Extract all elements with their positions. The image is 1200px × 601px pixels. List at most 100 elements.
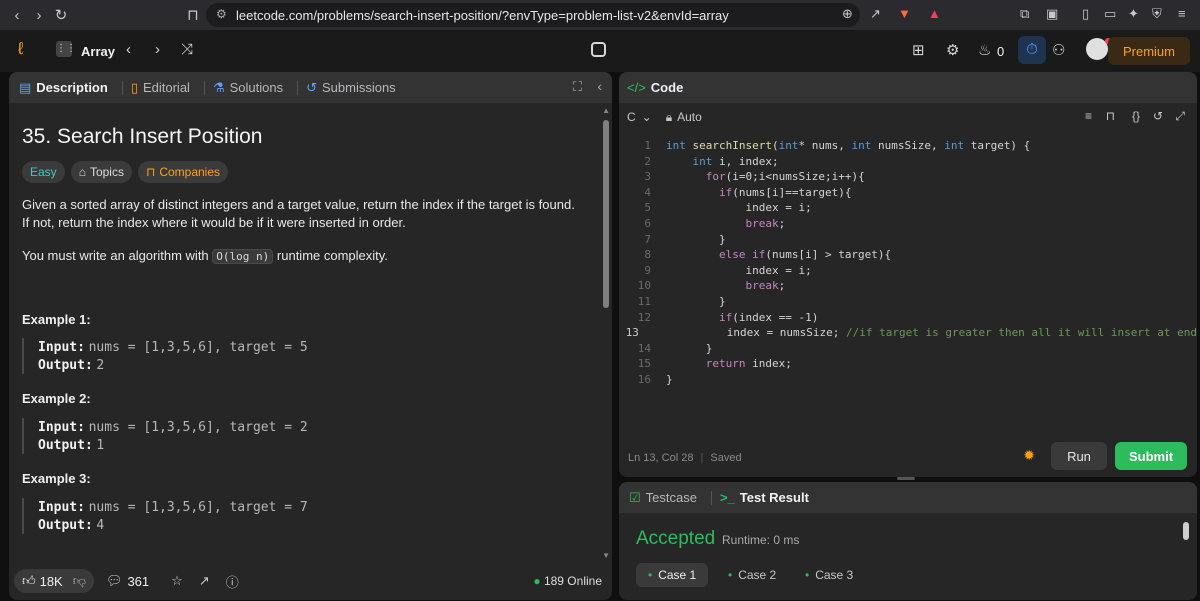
case-1-button[interactable]: • Case 1 [636, 563, 709, 587]
panel-resize-handle[interactable] [897, 477, 915, 480]
history-icon: ↺ [306, 79, 317, 95]
maximize-icon[interactable]: ⛶ [573, 79, 582, 95]
thumbs-up-icon[interactable]: 👍︎ [22, 573, 36, 589]
wallet-icon[interactable]: ▣ [1046, 6, 1058, 22]
share-icon[interactable]: ↗ [199, 573, 210, 589]
result-tab-bar: ☑ Testcase >_ Test Result [619, 482, 1197, 513]
fire-icon[interactable]: ♨ [978, 41, 991, 59]
vpn-icon[interactable]: ⛨ [1152, 6, 1162, 22]
tab-test-result[interactable]: >_ Test Result [720, 490, 809, 505]
code-line: 13 index = numsSize; //if target is grea… [625, 326, 1197, 340]
code-line: 3 for(i=0;i<numsSize;i++){ [644, 170, 865, 184]
debug-bug-icon[interactable]: ✹ [1023, 447, 1035, 464]
extensions-icon[interactable]: ⧉ [1020, 6, 1029, 22]
bookmark-icon[interactable]: ⊓ [182, 6, 204, 24]
chevron-down-icon[interactable]: ⌄ [642, 110, 652, 124]
tab-description[interactable]: ▤ Description [19, 80, 108, 96]
thumbs-down-icon[interactable]: 👎︎ [73, 573, 86, 589]
scroll-down-icon[interactable]: ▼ [602, 551, 610, 560]
comment-icon[interactable]: 💬︎ [106, 573, 123, 589]
pass-dot-icon: • [728, 568, 733, 582]
leo-ai-icon[interactable]: ✦ [1128, 6, 1139, 22]
add-user-icon[interactable]: ⚇ [1052, 41, 1065, 59]
code-line: 7 } [644, 232, 726, 246]
output-value: 1 [96, 438, 105, 453]
premium-button[interactable]: Premium [1108, 37, 1190, 65]
example-block: Input: nums = [1,3,5,6], target = 2 Outp… [22, 418, 308, 454]
brave-shield-icon[interactable]: ▼ [898, 6, 911, 21]
tab-editorial[interactable]: ▯ Editorial [131, 80, 190, 96]
tab-search-icon[interactable]: ▭ [1104, 6, 1116, 22]
editor-toolbar: C ⌄ 🔒︎ Auto ≡ ⊓ {} ↺ ⤢ [619, 103, 1197, 131]
help-icon[interactable]: ⓘ [226, 572, 239, 591]
result-scrollbar[interactable] [1183, 522, 1189, 540]
output-value: 4 [96, 518, 105, 533]
submit-button[interactable]: Submit [1115, 442, 1187, 470]
layout-icon[interactable]: ⊞ [912, 41, 925, 59]
forward-icon[interactable]: › [28, 7, 50, 24]
share-icon[interactable]: ↗ [870, 6, 881, 22]
run-button[interactable]: Run [1051, 442, 1107, 470]
site-info-icon[interactable]: ⚙ [216, 7, 227, 21]
zoom-icon[interactable]: ⊕ [842, 6, 853, 22]
tag-icon: ⌂ [78, 165, 86, 179]
back-icon[interactable]: ‹ [6, 7, 28, 24]
terminal-icon: >_ [719, 490, 735, 505]
star-icon[interactable]: ☆ [171, 573, 183, 589]
tab-testcase[interactable]: ☑ Testcase [629, 490, 697, 506]
code-line: 9 index = i; [644, 263, 812, 277]
next-problem-icon[interactable]: › [155, 41, 160, 58]
description-footer: 👍︎ 18K 👎︎ 💬︎ 361 ☆ ↗ ⓘ ● 189 Online [9, 562, 612, 600]
code-editor[interactable]: 1 int searchInsert(int* nums, int numsSiz… [619, 138, 1197, 388]
description-panel: ▤ Description ▯ Editorial ⚗ Solutions ↺ Subm… [9, 72, 612, 600]
tab-label: Testcase [645, 490, 697, 505]
reload-icon[interactable]: ↻ [50, 6, 72, 24]
output-label: Output: [38, 438, 93, 453]
tab-submissions[interactable]: ↺ Submissions [306, 80, 396, 96]
document-icon: ▤ [19, 79, 32, 95]
code-line: 15 return index; [637, 357, 792, 371]
input-value: nums = [1,3,5,6], target = 5 [88, 340, 308, 355]
code-tab-label[interactable]: Code [651, 80, 684, 95]
example-heading: Example 3: [22, 471, 91, 486]
complexity-code: O(log n) [212, 249, 274, 264]
problem-list-name[interactable]: Array [81, 44, 115, 59]
braces-icon[interactable]: {} [1132, 109, 1140, 123]
scroll-up-icon[interactable]: ▲ [602, 106, 610, 115]
save-status: Saved [710, 452, 742, 464]
collapse-icon[interactable]: ‹ [597, 78, 602, 94]
companies-chip[interactable]: ⊓ Companies [137, 161, 229, 183]
format-icon[interactable]: ≡ [1085, 109, 1092, 123]
case-3-button[interactable]: • Case 3 [793, 563, 865, 587]
reset-icon[interactable]: ↺ [1153, 109, 1163, 123]
book-icon: ▯ [130, 79, 138, 95]
brave-rewards-icon[interactable]: ▲ [928, 6, 941, 21]
bookmark-icon[interactable]: ⊓ [1106, 109, 1115, 123]
lock-icon: 🔒︎ [665, 109, 673, 124]
notes-icon[interactable] [591, 42, 606, 57]
menu-icon[interactable]: ≡ [1178, 6, 1186, 21]
result-panel: ☑ Testcase >_ Test Result Accepted Runtime… [619, 482, 1197, 600]
language-select[interactable]: C [627, 110, 636, 124]
problem-list-icon[interactable]: ⋮⋮ [56, 41, 76, 57]
tab-solutions[interactable]: ⚗ Solutions [213, 80, 283, 96]
auto-mode-label[interactable]: Auto [677, 110, 702, 124]
tab-label: Editorial [142, 80, 190, 95]
like-dislike-group: 👍︎ 18K 👎︎ [14, 569, 94, 593]
sidebar-toggle-icon[interactable]: ▯ [1082, 6, 1089, 22]
expand-icon[interactable]: ⤢ [1175, 109, 1185, 124]
code-line: 2 int i, index; [644, 154, 779, 168]
address-bar[interactable]: ⚙ leetcode.com/problems/search-insert-po… [206, 3, 860, 27]
shuffle-icon[interactable]: ⤨ [181, 41, 193, 58]
code-line: 6 break; [644, 216, 786, 230]
prev-problem-icon[interactable]: ‹ [126, 41, 131, 58]
case-2-button[interactable]: • Case 2 [716, 563, 788, 587]
leetcode-logo-icon[interactable]: ℓ [18, 39, 24, 59]
settings-gear-icon[interactable]: ⚙ [946, 41, 959, 59]
topics-chip[interactable]: ⌂ Topics [70, 161, 132, 183]
timer-icon[interactable]: ⏱ [1018, 36, 1046, 64]
output-value: 2 [96, 358, 105, 373]
input-label: Input: [38, 500, 85, 515]
description-scrollbar[interactable] [603, 120, 609, 308]
complexity-pre: You must write an algorithm with [22, 248, 209, 263]
